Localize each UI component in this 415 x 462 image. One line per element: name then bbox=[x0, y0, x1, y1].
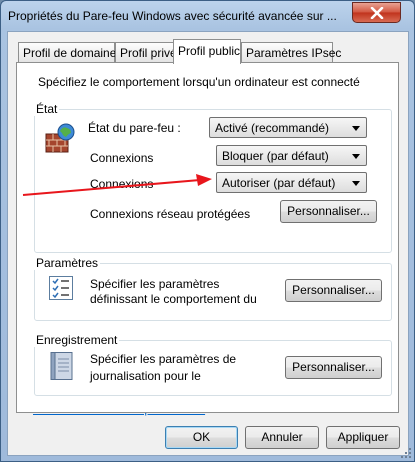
cancel-button[interactable]: Annuler bbox=[245, 426, 319, 449]
protected-connections-customize-button[interactable]: Personnaliser... bbox=[280, 200, 377, 223]
inbound-connections-label: Connexions bbox=[90, 151, 154, 165]
outbound-connections-select[interactable]: Autoriser (par défaut) bbox=[216, 172, 367, 193]
chevron-down-icon bbox=[352, 181, 360, 186]
logging-group: Enregistrement Spécifier les paramètres … bbox=[34, 333, 392, 396]
chevron-down-icon bbox=[352, 154, 360, 159]
log-notebook-icon bbox=[50, 352, 73, 380]
state-group: État État du pare-feu : Activé (recomman… bbox=[34, 102, 392, 253]
logging-description-line1: Spécifier les paramètres de bbox=[90, 352, 237, 366]
inbound-connections-select[interactable]: Bloquer (par défaut) bbox=[216, 145, 367, 166]
resize-grip-icon[interactable] bbox=[400, 447, 412, 459]
firewall-icon bbox=[45, 123, 75, 153]
tab-panel: Spécifiez le comportement lorsqu'un ordi… bbox=[16, 62, 399, 413]
firewall-state-label: État du pare-feu : bbox=[88, 121, 181, 135]
firewall-state-select[interactable]: Activé (recommandé) bbox=[209, 117, 367, 138]
intro-text: Spécifiez le comportement lorsqu'un ordi… bbox=[38, 75, 360, 89]
tab-ipsec-settings[interactable]: Paramètres IPsec bbox=[241, 42, 341, 62]
settings-checklist-icon bbox=[49, 276, 73, 300]
tab-label: Profil public bbox=[178, 44, 241, 58]
settings-group-title: Paramètres bbox=[34, 256, 101, 270]
logging-group-title: Enregistrement bbox=[34, 333, 120, 347]
window-title: Propriétés du Pare-feu Windows avec sécu… bbox=[8, 9, 337, 23]
state-group-title: État bbox=[34, 102, 60, 116]
dialog-client-area: Profil de domaine Profil privé Profil pu… bbox=[7, 31, 409, 456]
protected-connections-label: Connexions réseau protégées bbox=[90, 207, 251, 221]
apply-button[interactable]: Appliquer bbox=[326, 426, 400, 449]
firewall-state-value: Activé (recommandé) bbox=[215, 121, 330, 135]
title-bar[interactable]: Propriétés du Pare-feu Windows avec sécu… bbox=[1, 1, 414, 31]
tab-private-profile[interactable]: Profil privé bbox=[115, 42, 177, 62]
inbound-connections-value: Bloquer (par défaut) bbox=[222, 149, 329, 163]
settings-group: Paramètres Spécifier les paramètres défi… bbox=[34, 256, 392, 321]
logging-description-line2: journalisation pour le bbox=[90, 369, 201, 383]
settings-description-line2: définissant le comportement du bbox=[90, 292, 257, 306]
tab-label: Paramètres IPsec bbox=[246, 46, 342, 60]
close-button[interactable] bbox=[352, 2, 401, 23]
outbound-connections-value: Autoriser (par défaut) bbox=[222, 176, 336, 190]
tab-domain-profile[interactable]: Profil de domaine bbox=[18, 42, 117, 62]
outbound-connections-label: Connexions bbox=[90, 177, 154, 191]
tab-public-profile[interactable]: Profil public bbox=[173, 39, 241, 64]
logging-customize-button[interactable]: Personnaliser... bbox=[285, 356, 382, 379]
settings-customize-button[interactable]: Personnaliser... bbox=[285, 279, 382, 302]
ok-button[interactable]: OK bbox=[165, 426, 238, 449]
close-icon bbox=[370, 6, 383, 19]
chevron-down-icon bbox=[352, 126, 360, 131]
tab-label: Profil privé bbox=[120, 46, 177, 60]
tab-label: Profil de domaine bbox=[23, 46, 117, 60]
settings-description-line1: Spécifier les paramètres bbox=[90, 277, 220, 291]
properties-window: Propriétés du Pare-feu Windows avec sécu… bbox=[0, 0, 415, 462]
